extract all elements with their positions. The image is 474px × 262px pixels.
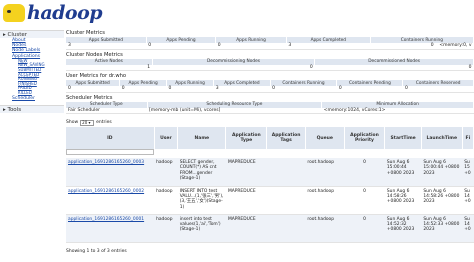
hadoop-logo[interactable]: hadoop [3,2,103,24]
metrics-value: 0 [270,86,337,93]
name-cell: insert into test values(1,'ai','Tom')(St… [177,214,226,243]
user-metrics-title: User Metrics for dr.who [66,73,127,79]
nav-scheduler[interactable]: Scheduler [12,96,64,101]
metrics-value: 0 [146,43,216,50]
memory-value: <memory:0, v [439,43,472,49]
column-header-application-type[interactable]: Application Type [225,127,268,149]
sidebar: ▸ Cluster About Nodes Node Labels Applic… [0,30,64,262]
entries-label: entries [96,120,112,125]
type-cell: MAPREDUCE [225,186,267,215]
priority-cell: 0 [344,186,385,215]
finish-time-cell: Su 14 +0 [462,214,474,243]
cluster-metrics-table: Apps Submitted Apps Pending Apps Running… [66,37,474,50]
metrics-value: 3 [286,43,371,50]
column-header-application-tags[interactable]: Application Tags [266,127,306,149]
application-id-link[interactable]: application_1691286165260_0002 [68,189,144,194]
cluster-metrics-title: Cluster Metrics [66,30,105,36]
metrics-value: 0 [119,86,167,93]
table-row: application_1691286165260_0002 hadoop IN… [66,186,474,215]
nav-cluster-heading[interactable]: ▸ Cluster [0,30,64,38]
start-time-cell: Sun Aug 6 15:00:44 +0800 2023 [384,158,422,187]
column-header-name[interactable]: Name [177,127,227,149]
priority-cell: 0 [344,158,385,187]
queue-cell: root.hadoop [305,158,345,187]
header: hadoop [0,0,474,26]
metrics-value[interactable]: 0 [314,64,474,71]
filter-input-id[interactable] [66,149,155,155]
tags-cell [266,158,306,187]
user-cell: hadoop [154,158,178,187]
main-content: Cluster Metrics Apps Submitted Apps Pend… [66,30,474,254]
metrics-value: 3 [66,43,147,50]
metrics-value: 0 [66,86,120,93]
tags-cell [266,186,306,215]
metrics-value: <memory:1024, vCores:1> [321,107,474,114]
finish-time-cell: Su 14 +0 [462,186,474,215]
elephant-icon [3,4,25,22]
metrics-value: 0 <memory:0, v [370,43,474,50]
name-cell: INSERT INTO test VALU...(1,'张三','男'),(3,… [177,186,226,215]
metrics-value[interactable]: 0 [152,64,315,71]
metrics-value: 0 [336,86,403,93]
app-states-list: NEW NEW_SAVING SUBMITTED ACCEPTED RUNNIN… [12,58,64,96]
column-header-finish-time[interactable]: Fi [462,127,474,149]
queue-cell: root.hadoop [305,186,345,215]
type-cell: MAPREDUCE [225,158,267,187]
user-metrics-table: Apps Submitted Apps Pending Apps Running… [66,80,474,93]
type-cell: MAPREDUCE [225,214,267,243]
node-metrics-table: Active Nodes Decommissioning Nodes Decom… [66,58,474,71]
start-time-cell: Sun Aug 6 14:58:26 +0800 2023 [384,186,422,215]
entries-select[interactable]: 20 ▾ [80,119,95,126]
table-info: Showing 1 to 3 of 3 entries [66,248,127,254]
applications-table: ID User Name Application Type Applicatio… [66,127,474,243]
table-row: application_1691286165260_0001 hadoop in… [66,214,474,243]
application-id-link[interactable]: application_1691286165260_0003 [68,160,144,165]
application-id-link[interactable]: application_1691286165260_0001 [68,217,144,222]
column-header-start-time[interactable]: StartTime [384,127,422,149]
column-header-queue[interactable]: Queue [305,127,345,149]
chevron-down-icon: ▾ [88,119,91,125]
cluster-nav-list: About Nodes Node Labels Applications NEW… [0,38,64,101]
scheduler-metrics-table: Scheduler Type Scheduling Resource Type … [66,101,474,114]
metrics-value: 3 [213,86,271,93]
column-header-id[interactable]: ID [66,127,155,149]
metrics-value[interactable]: 1 [66,64,153,71]
metrics-value: 0 [215,43,287,50]
nav-tools-heading[interactable]: ▸ Tools [0,104,64,113]
column-header-user[interactable]: User [154,127,179,149]
launch-time-cell: Sun Aug 6 14:52:33 +0800 2023 [421,214,463,243]
table-length-control: Show 20 ▾ entries [66,118,474,127]
priority-cell: 0 [344,214,385,243]
node-metrics-title: Cluster Nodes Metrics [66,51,123,58]
launch-time-cell: Sun Aug 6 14:58:26 +0800 2023 [421,186,463,215]
column-header-launch-time[interactable]: LaunchTime [421,127,463,149]
tags-cell [266,214,306,243]
show-label: Show [66,120,79,125]
launch-time-cell: Sun Aug 6 15:00:44 +0800 2023 [421,158,463,187]
logo-text: hadoop [27,2,103,24]
name-cell: SELECT gender, COUNT(*) AS cnt FROM...ge… [177,158,226,187]
metrics-value: Fair Scheduler [66,107,148,114]
metrics-value: [memory-mb (unit=Mi), vcores] [147,107,322,114]
finish-time-cell: Su 15 +0 [462,158,474,187]
metrics-value: 0 [166,86,214,93]
column-header-priority[interactable]: Application Priority [344,127,386,149]
start-time-cell: Sun Aug 6 14:52:32 +0800 2023 [384,214,422,243]
user-cell: hadoop [154,186,178,215]
filter-row [66,149,474,158]
user-cell: hadoop [154,214,178,243]
queue-cell: root.hadoop [305,214,345,243]
table-row: application_1691286165260_0003 hadoop SE… [66,158,474,187]
scheduler-metrics-title: Scheduler Metrics [66,94,113,101]
metrics-value: 0 [402,86,474,93]
